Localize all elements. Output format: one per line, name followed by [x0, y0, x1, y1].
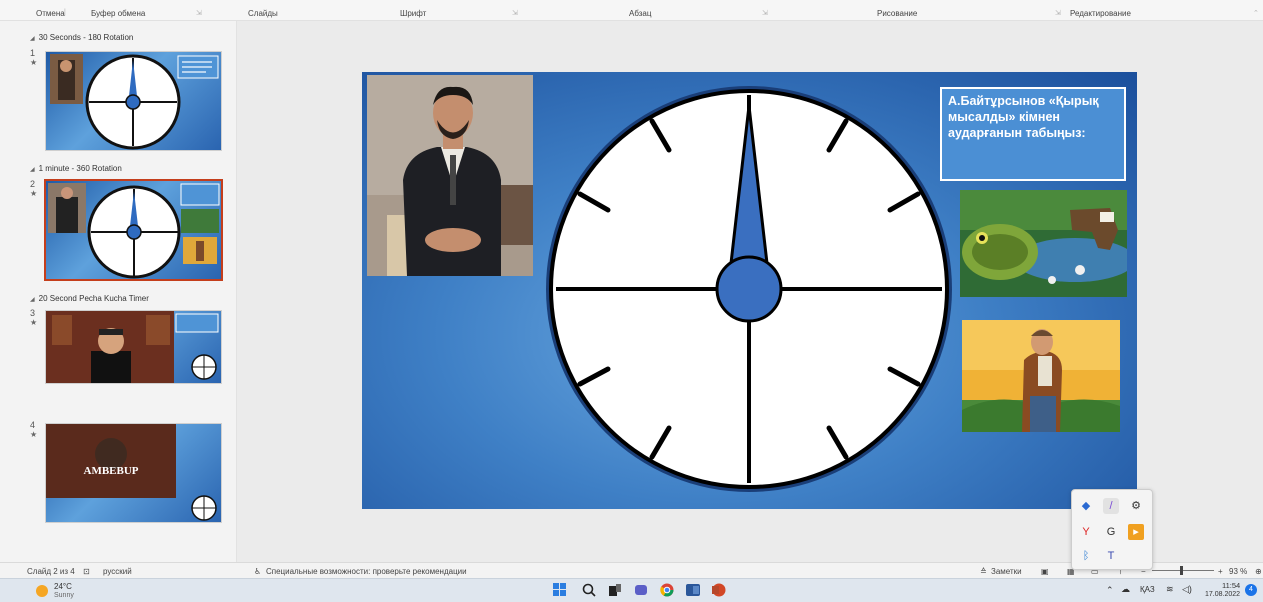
slide-counter[interactable]: Слайд 2 из 4: [27, 567, 75, 576]
transition-star-icon: ★: [30, 318, 38, 327]
notes-button[interactable]: Заметки: [991, 567, 1022, 576]
app-tray-icon[interactable]: ▸: [1128, 524, 1144, 540]
slide-thumbnail-2[interactable]: [44, 179, 223, 281]
section-title: 1 minute - 360 Rotation: [38, 164, 122, 173]
ribbon-group-editing[interactable]: Редактирование: [1070, 9, 1131, 18]
shield-icon[interactable]: ◆: [1078, 498, 1094, 514]
bluetooth-icon[interactable]: ᛒ: [1078, 548, 1094, 564]
question-textbox[interactable]: А.Байтұрсынов «Қырық мысалды» кімнен ауд…: [940, 87, 1126, 181]
ribbon-expand-icon[interactable]: ⇲: [1055, 9, 1061, 17]
ribbon-group-slides[interactable]: Слайды: [248, 9, 278, 18]
section-title: 30 Seconds - 180 Rotation: [38, 33, 134, 42]
language-indicator[interactable]: русский: [103, 567, 132, 576]
collapse-triangle-icon[interactable]: ◢: [30, 167, 35, 173]
weather-description[interactable]: Sunny: [54, 592, 74, 601]
zoom-slider[interactable]: [1152, 570, 1214, 571]
volume-icon[interactable]: ◁): [1182, 584, 1192, 595]
clock-time[interactable]: 11:54: [1222, 581, 1240, 590]
ribbon-group-drawing[interactable]: Рисование: [877, 9, 917, 18]
spellcheck-icon[interactable]: ⊡: [83, 567, 90, 576]
section-header[interactable]: ◢ 1 minute - 360 Rotation: [30, 164, 122, 173]
portrait-image[interactable]: [367, 75, 533, 276]
ribbon-expand-icon[interactable]: ⇲: [512, 9, 518, 17]
transition-star-icon: ★: [30, 189, 38, 198]
slide-number: 2: [30, 179, 36, 189]
show-hidden-icons-chevron-icon[interactable]: ⌃: [1106, 585, 1114, 596]
onedrive-icon[interactable]: ☁: [1121, 584, 1130, 595]
section-header[interactable]: ◢ 30 Seconds - 180 Rotation: [30, 33, 133, 42]
ribbon-expand-icon[interactable]: ⇲: [762, 9, 768, 17]
wifi-icon[interactable]: ≋: [1166, 584, 1174, 595]
collapse-triangle-icon[interactable]: ◢: [30, 297, 35, 303]
countdown-clock: [546, 86, 952, 492]
search-icon[interactable]: [582, 583, 596, 597]
ribbon-expand-icon[interactable]: ⇲: [196, 9, 202, 17]
teams-icon[interactable]: T: [1103, 548, 1119, 564]
weather-temperature[interactable]: 24°C: [54, 582, 72, 591]
tray-overflow-popup: ◆ / ⚙ Y G ▸ ᛒ T: [1071, 489, 1153, 570]
collapse-triangle-icon[interactable]: ◢: [30, 36, 35, 42]
section-title: 20 Second Pecha Kucha Timer: [38, 294, 149, 303]
normal-view-icon[interactable]: ▣: [1041, 567, 1049, 576]
thumb-2-art: [48, 183, 220, 279]
windows-start-icon[interactable]: [553, 583, 567, 597]
transition-star-icon: ★: [30, 430, 38, 439]
zoom-level[interactable]: 93 %: [1229, 567, 1247, 576]
thumb-1-art: [50, 54, 219, 150]
slide-thumbnails-pane: ◢ 30 Seconds - 180 Rotation 1 ★ ◢ 1 minute…: [0, 21, 237, 562]
slide-number: 1: [30, 48, 36, 58]
yandex-icon[interactable]: Y: [1078, 524, 1094, 540]
ribbon-group-font[interactable]: Шрифт: [400, 9, 426, 18]
accessibility-icon[interactable]: ♿: [254, 567, 261, 576]
task-view-icon[interactable]: [608, 583, 622, 597]
sun-icon[interactable]: [36, 585, 48, 597]
word-icon[interactable]: [686, 583, 700, 597]
ribbon-group-labels: Отмена | Буфер обмена ⇲ Слайды Шрифт ⇲ А…: [0, 0, 1263, 21]
ribbon-group-undo[interactable]: Отмена: [36, 9, 65, 18]
notification-badge[interactable]: 4: [1245, 584, 1257, 596]
network-share-icon[interactable]: ⚙: [1128, 498, 1144, 514]
clock-date[interactable]: 17.08.2022: [1205, 591, 1240, 598]
slide-thumbnail-1[interactable]: [45, 51, 222, 151]
ribbon-collapse-icon[interactable]: ⌃: [1253, 9, 1259, 17]
slide-thumbnail-4[interactable]: AMBEBUP: [45, 423, 222, 523]
zoom-slider-thumb[interactable]: [1180, 566, 1183, 575]
powerpoint-icon[interactable]: [712, 583, 726, 597]
ribbon-group-clipboard[interactable]: Буфер обмена: [91, 9, 145, 18]
taskbar: 24°C Sunny ⌃ ☁ ҚАЗ ≋ ◁) 11:54 17.08.2022…: [0, 578, 1263, 602]
notes-icon[interactable]: ≙: [980, 567, 987, 576]
chrome-icon[interactable]: [660, 583, 674, 597]
ribbon-separator: |: [64, 9, 66, 16]
input-language[interactable]: ҚАЗ: [1140, 585, 1155, 594]
clock-center-hub: [715, 255, 783, 323]
accessibility-status[interactable]: Специальные возможности: проверьте реком…: [266, 567, 467, 576]
answer-image-frog[interactable]: [960, 190, 1127, 297]
zoom-in-button[interactable]: +: [1218, 567, 1223, 576]
slide-number: 4: [30, 420, 36, 430]
thumb-logo-text: AMBEBUP: [84, 465, 139, 477]
ribbon-group-paragraph[interactable]: Абзац: [629, 9, 651, 18]
pen-icon[interactable]: /: [1103, 498, 1119, 514]
grammar-icon[interactable]: G: [1103, 524, 1119, 540]
fit-to-window-icon[interactable]: ⊕: [1255, 567, 1262, 576]
thumb-4-art: AMBEBUP: [46, 424, 217, 521]
question-text: А.Байтұрсынов «Қырық мысалды» кімнен ауд…: [948, 94, 1099, 140]
slide-number: 3: [30, 308, 36, 318]
chat-icon[interactable]: [634, 583, 648, 597]
current-slide[interactable]: А.Байтұрсынов «Қырық мысалды» кімнен ауд…: [362, 72, 1137, 509]
thumb-3-art: [46, 311, 219, 383]
transition-star-icon: ★: [30, 58, 38, 67]
slide-thumbnail-3[interactable]: [45, 310, 222, 384]
answer-image-man[interactable]: [962, 320, 1120, 432]
section-header[interactable]: ◢ 20 Second Pecha Kucha Timer: [30, 294, 149, 303]
